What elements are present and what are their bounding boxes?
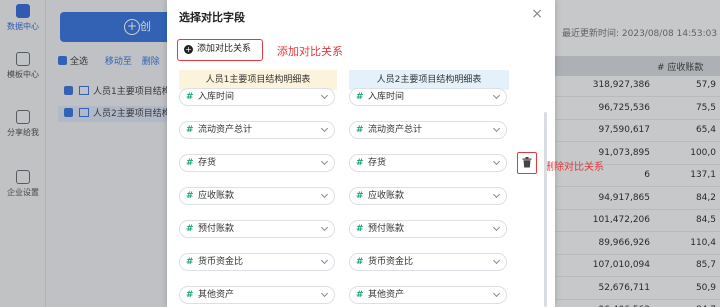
field-select-value: 其他资产 [368,290,405,300]
field-select-value: 入库时间 [198,92,235,102]
chevron-down-icon [492,157,501,166]
plus-circle-icon: + [184,45,193,54]
field-select-table-1[interactable]: # 流动资产总计 [179,121,335,139]
field-select-table-2[interactable]: # 货币资金比 [349,253,507,271]
chevron-down-icon [320,124,329,133]
field-select-table-1[interactable]: # 预付账款 [179,220,335,238]
add-comparison-label: 添加对比关系 [197,44,252,54]
field-select-table-1[interactable]: # 存货 [179,154,335,172]
field-select-table-2[interactable]: # 其他资产 [349,286,507,304]
field-type-icon: # [356,92,364,102]
annotation-add: 添加对比关系 [277,45,343,58]
chevron-down-icon [492,256,501,265]
column-header-table-1: 人员1主要项目结构明细表 [179,70,337,90]
field-select-value: 应收账款 [368,191,405,201]
chevron-down-icon [320,157,329,166]
field-type-icon: # [356,191,364,201]
field-select-value: 存货 [368,158,387,168]
field-select-value: 货币资金比 [368,257,414,267]
field-select-table-1[interactable]: # 其他资产 [179,286,335,304]
column-header-table-2: 人员2主要项目结构明细表 [349,70,509,90]
dialog-title: 选择对比字段 [179,11,245,24]
field-select-value: 预付账款 [198,224,235,234]
delete-comparison-button[interactable] [517,152,537,174]
chevron-down-icon [492,223,501,232]
chevron-down-icon [492,289,501,298]
field-select-value: 流动资产总计 [198,125,253,135]
field-select-value: 入库时间 [368,92,405,102]
field-select-value: 货币资金比 [198,257,244,267]
field-select-table-1[interactable]: # 货币资金比 [179,253,335,271]
field-type-icon: # [186,257,194,267]
trash-icon [522,157,532,168]
field-select-value: 流动资产总计 [368,125,423,135]
field-select-table-1[interactable]: # 入库时间 [179,88,335,106]
chevron-down-icon [492,91,501,100]
field-select-value: 预付账款 [368,224,405,234]
field-select-table-2[interactable]: # 应收账款 [349,187,507,205]
chevron-down-icon [320,91,329,100]
field-select-table-1[interactable]: # 应收账款 [179,187,335,205]
field-type-icon: # [186,158,194,168]
field-type-icon: # [356,125,364,135]
close-icon[interactable]: × [531,6,543,22]
chevron-down-icon [492,190,501,199]
field-type-icon: # [356,158,364,168]
field-select-value: 其他资产 [198,290,235,300]
field-type-icon: # [186,92,194,102]
compare-fields-dialog: 选择对比字段 × + 添加对比关系 添加对比关系 人员1主要项目结构明细表 人员… [167,0,604,307]
add-comparison-button[interactable]: + 添加对比关系 [177,39,263,61]
field-type-icon: # [186,191,194,201]
chevron-down-icon [320,289,329,298]
scrollbar[interactable] [544,112,547,307]
field-select-value: 应收账款 [198,191,235,201]
field-select-table-2[interactable]: # 入库时间 [349,88,507,106]
chevron-down-icon [320,256,329,265]
field-select-value: 存货 [198,158,217,168]
chevron-down-icon [492,124,501,133]
field-type-icon: # [186,224,194,234]
field-type-icon: # [356,257,364,267]
field-type-icon: # [186,125,194,135]
field-select-table-2[interactable]: # 存货 [349,154,507,172]
field-type-icon: # [356,290,364,300]
field-type-icon: # [356,224,364,234]
field-type-icon: # [186,290,194,300]
annotation-delete: 删除对比关系 [544,162,604,173]
chevron-down-icon [320,223,329,232]
chevron-down-icon [320,190,329,199]
field-select-table-2[interactable]: # 流动资产总计 [349,121,507,139]
field-select-table-2[interactable]: # 预付账款 [349,220,507,238]
